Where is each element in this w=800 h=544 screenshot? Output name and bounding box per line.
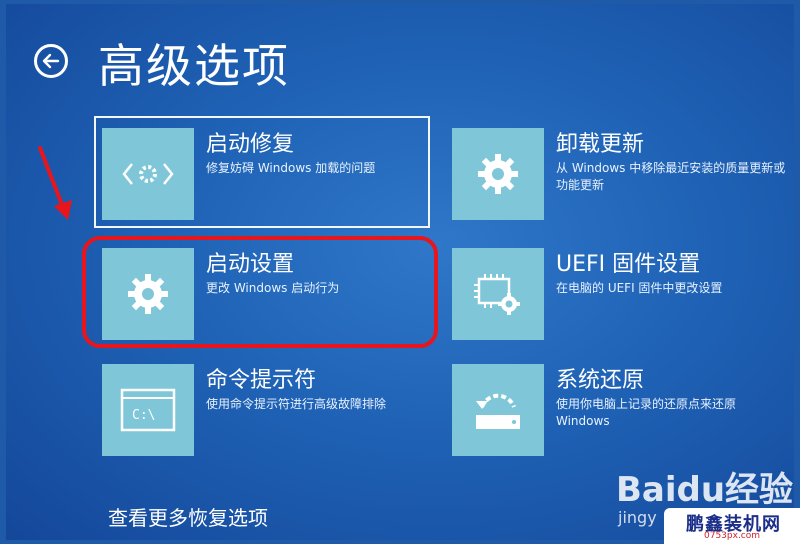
- option-description: 更改 Windows 启动行为: [206, 281, 340, 295]
- repair-icon: [122, 163, 174, 185]
- repair-icon-tile: [102, 128, 194, 220]
- red-arrow-annotation: [36, 144, 76, 228]
- chip-gear-icon: [474, 274, 520, 315]
- option-name: 系统还原: [556, 368, 645, 393]
- option-name: 启动设置: [206, 252, 295, 277]
- option-startup-settings[interactable]: 启动设置 更改 Windows 启动行为: [102, 248, 422, 340]
- option-uninstall-updates[interactable]: 卸载更新 从 Windows 中移除最近安装的质量更新或功能更新: [452, 128, 785, 220]
- restore-icon-tile: [452, 364, 544, 456]
- option-description: 使用命令提示符进行高级故障排除: [206, 397, 387, 411]
- chip-gear-icon-tile: [452, 248, 544, 340]
- gear-icon: [128, 274, 168, 314]
- option-startup-repair[interactable]: 启动修复 修复妨碍 Windows 加载的问题: [102, 128, 422, 220]
- page-title: 高级选项: [98, 39, 290, 93]
- option-name: 启动修复: [206, 132, 295, 157]
- option-description: 修复妨碍 Windows 加载的问题: [206, 161, 376, 175]
- restore-icon: [476, 393, 520, 429]
- option-uefi-settings[interactable]: UEFI 固件设置 在电脑的 UEFI 固件中更改设置: [452, 248, 782, 340]
- option-name: 卸载更新: [556, 132, 645, 157]
- gear-icon: [478, 154, 518, 194]
- option-description: 使用你电脑上记录的还原点来还原 Windows: [556, 397, 737, 428]
- option-name: 命令提示符: [206, 368, 317, 393]
- arrow-left-icon: [42, 53, 60, 69]
- option-system-restore[interactable]: 系统还原 使用你电脑上记录的还原点来还原 Windows: [452, 364, 782, 456]
- option-description: 从 Windows 中移除最近安装的质量更新或功能更新: [556, 161, 786, 192]
- option-description: 在电脑的 UEFI 固件中更改设置: [556, 281, 723, 295]
- site-badge: 鹏鑫装机网 0753px.com: [664, 508, 800, 544]
- recovery-screen: 高级选项 启动修复 修复妨碍 Windows 加载的问题 卸载更新 从 Wind…: [6, 4, 794, 540]
- gear-icon-tile: [102, 248, 194, 340]
- back-button[interactable]: [34, 44, 68, 78]
- more-recovery-options-link[interactable]: 查看更多恢复选项: [108, 502, 268, 531]
- terminal-icon: C:\: [120, 388, 176, 432]
- terminal-prompt-text: C:\: [132, 408, 155, 423]
- terminal-icon-tile: C:\: [102, 364, 194, 456]
- option-name: UEFI 固件设置: [556, 252, 701, 277]
- baidu-watermark: Baidu经验: [616, 470, 794, 510]
- baidu-watermark-sub: jingy: [618, 508, 657, 527]
- site-badge-url: 0753px.com: [704, 531, 761, 541]
- gear-icon-tile: [452, 128, 544, 220]
- option-command-prompt[interactable]: C:\ 命令提示符 使用命令提示符进行高级故障排除: [102, 364, 422, 456]
